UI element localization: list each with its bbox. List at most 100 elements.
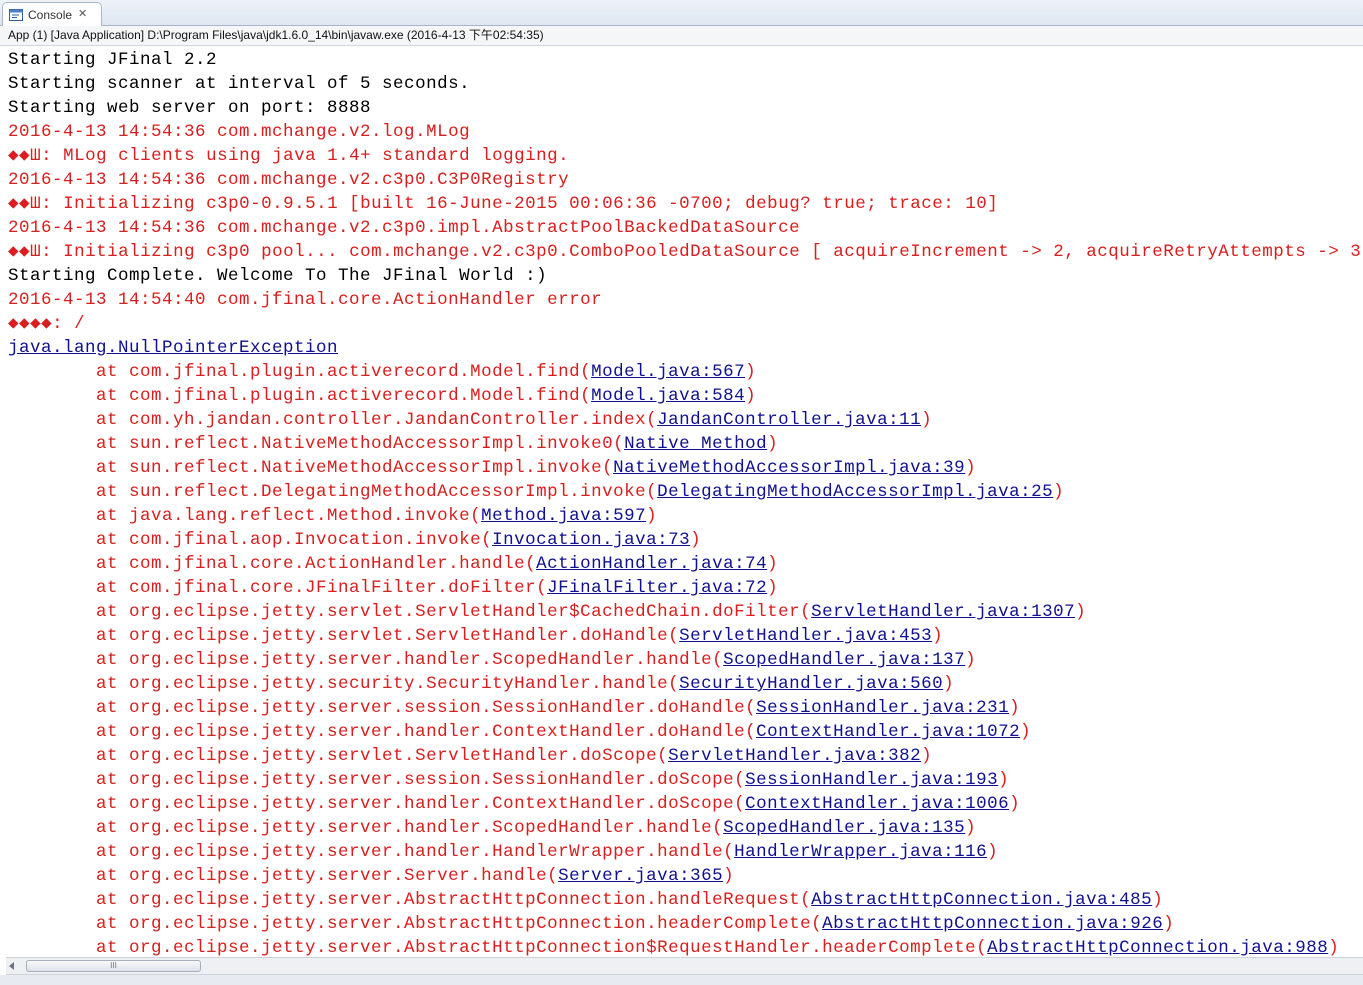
scroll-left-arrow-icon[interactable] bbox=[9, 962, 14, 970]
console-line-stdout: Starting JFinal 2.2 bbox=[8, 50, 218, 70]
stack-frame-method: at sun.reflect.DelegatingMethodAccessorI… bbox=[8, 482, 658, 502]
stack-frame-suffix: ) bbox=[943, 674, 955, 694]
stack-frame-source-link[interactable]: JandanController.java:11 bbox=[657, 410, 921, 430]
console-line-stack-frame: at com.jfinal.core.JFinalFilter.doFilter… bbox=[8, 576, 778, 600]
console-line-stack-frame: at org.eclipse.jetty.servlet.ServletHand… bbox=[8, 624, 943, 648]
stack-frame-suffix: ) bbox=[932, 626, 944, 646]
console-line-stderr: 2016-4-13 14:54:36 com.mchange.v2.c3p0.i… bbox=[8, 218, 801, 238]
stack-frame-source-link[interactable]: ActionHandler.java:74 bbox=[536, 554, 767, 574]
stack-frame-suffix: ) bbox=[1020, 722, 1032, 742]
stack-frame-suffix: ) bbox=[723, 866, 735, 886]
stack-frame-method: at org.eclipse.jetty.server.session.Sess… bbox=[8, 698, 757, 718]
exception-link[interactable]: java.lang.NullPointerException bbox=[8, 338, 338, 358]
stack-frame-source-link[interactable]: HandlerWrapper.java:116 bbox=[734, 842, 987, 862]
stack-frame-source-link[interactable]: ScopedHandler.java:135 bbox=[723, 818, 965, 838]
stack-frame-suffix: ) bbox=[921, 746, 933, 766]
stack-frame-suffix: ) bbox=[1075, 602, 1087, 622]
stack-frame-source-link[interactable]: Native Method bbox=[624, 434, 767, 454]
console-line-stack-frame: at org.eclipse.jetty.server.handler.Scop… bbox=[8, 816, 976, 840]
stack-frame-method: at sun.reflect.NativeMethodAccessorImpl.… bbox=[8, 434, 625, 454]
console-line-stack-frame: at com.jfinal.plugin.activerecord.Model.… bbox=[8, 360, 756, 384]
stack-frame-method: at org.eclipse.jetty.servlet.ServletHand… bbox=[8, 746, 669, 766]
console-line-stderr: 2016-4-13 14:54:36 com.mchange.v2.c3p0.C… bbox=[8, 170, 570, 190]
stack-frame-source-link[interactable]: Method.java:597 bbox=[481, 506, 646, 526]
close-icon[interactable]: ✕ bbox=[78, 9, 87, 20]
console-line-stack-frame: at org.eclipse.jetty.server.AbstractHttp… bbox=[8, 912, 1174, 936]
console-line-stack-frame: at org.eclipse.jetty.server.AbstractHttp… bbox=[8, 936, 1339, 957]
stack-frame-source-link[interactable]: AbstractHttpConnection.java:926 bbox=[822, 914, 1163, 934]
console-line-stderr: 2016-4-13 14:54:36 com.mchange.v2.log.ML… bbox=[8, 122, 471, 142]
console-line-stack-frame: at sun.reflect.NativeMethodAccessorImpl.… bbox=[8, 456, 976, 480]
stack-frame-suffix: ) bbox=[767, 554, 779, 574]
console-line-stack-frame: at sun.reflect.NativeMethodAccessorImpl.… bbox=[8, 432, 778, 456]
console-line-stdout: Starting Complete. Welcome To The JFinal… bbox=[8, 266, 548, 286]
stack-frame-method: at org.eclipse.jetty.server.Server.handl… bbox=[8, 866, 559, 886]
console-line-stderr: ◆◆Ш: Initializing c3p0 pool... com.mchan… bbox=[8, 242, 1362, 262]
stack-frame-source-link[interactable]: ContextHandler.java:1006 bbox=[745, 794, 1009, 814]
stack-frame-method: at org.eclipse.jetty.servlet.ServletHand… bbox=[8, 602, 812, 622]
console-line-stack-frame: at org.eclipse.jetty.servlet.ServletHand… bbox=[8, 744, 932, 768]
stack-frame-source-link[interactable]: SessionHandler.java:193 bbox=[745, 770, 998, 790]
process-label: App (1) [Java Application] D:\Program Fi… bbox=[0, 26, 1363, 46]
console-line-stack-frame: at org.eclipse.jetty.server.handler.Cont… bbox=[8, 720, 1031, 744]
console-line-stack-frame: at com.jfinal.core.ActionHandler.handle(… bbox=[8, 552, 778, 576]
stack-frame-suffix: ) bbox=[998, 770, 1010, 790]
scrollbar-grip: III bbox=[110, 961, 117, 970]
stack-frame-method: at java.lang.reflect.Method.invoke( bbox=[8, 506, 482, 526]
stack-frame-method: at org.eclipse.jetty.server.session.Sess… bbox=[8, 770, 746, 790]
tab-console[interactable]: Console ✕ bbox=[2, 2, 102, 26]
stack-frame-source-link[interactable]: SecurityHandler.java:560 bbox=[679, 674, 943, 694]
console-output[interactable]: Starting JFinal 2.2 Starting scanner at i… bbox=[0, 46, 1363, 957]
status-bar bbox=[0, 975, 1363, 985]
view-tab-bar: Console ✕ bbox=[0, 0, 1363, 26]
console-line-stack-frame: at com.yh.jandan.controller.JandanContro… bbox=[8, 408, 932, 432]
stack-frame-suffix: ) bbox=[745, 386, 757, 406]
console-line-stdout: Starting scanner at interval of 5 second… bbox=[8, 74, 471, 94]
tab-console-label: Console bbox=[28, 7, 73, 22]
stack-frame-source-link[interactable]: ScopedHandler.java:137 bbox=[723, 650, 965, 670]
stack-frame-source-link[interactable]: DelegatingMethodAccessorImpl.java:25 bbox=[657, 482, 1053, 502]
stack-frame-source-link[interactable]: Model.java:567 bbox=[591, 362, 745, 382]
console-line-stack-frame: at com.jfinal.aop.Invocation.invoke(Invo… bbox=[8, 528, 701, 552]
stack-frame-source-link[interactable]: Model.java:584 bbox=[591, 386, 745, 406]
console-line-stack-frame: at org.eclipse.jetty.server.handler.Hand… bbox=[8, 840, 998, 864]
console-line-stack-frame: at org.eclipse.jetty.server.session.Sess… bbox=[8, 696, 1020, 720]
stack-frame-source-link[interactable]: SessionHandler.java:231 bbox=[756, 698, 1009, 718]
console-line-stdout: Starting web server on port: 8888 bbox=[8, 98, 372, 118]
stack-frame-suffix: ) bbox=[1328, 938, 1340, 957]
console-line-stack-frame: at org.eclipse.jetty.servlet.ServletHand… bbox=[8, 600, 1086, 624]
stack-frame-method: at com.jfinal.plugin.activerecord.Model.… bbox=[8, 386, 592, 406]
stack-frame-method: at com.jfinal.core.ActionHandler.handle( bbox=[8, 554, 537, 574]
stack-frame-source-link[interactable]: Server.java:365 bbox=[558, 866, 723, 886]
stack-frame-source-link[interactable]: AbstractHttpConnection.java:988 bbox=[987, 938, 1328, 957]
stack-frame-method: at org.eclipse.jetty.server.AbstractHttp… bbox=[8, 914, 823, 934]
stack-frame-source-link[interactable]: ServletHandler.java:453 bbox=[679, 626, 932, 646]
stack-frame-source-link[interactable]: ContextHandler.java:1072 bbox=[756, 722, 1020, 742]
console-icon bbox=[9, 8, 23, 21]
console-line-stderr: ◆◆◆◆: / bbox=[8, 314, 86, 334]
scrollbar-thumb[interactable]: III bbox=[26, 960, 201, 972]
stack-frame-suffix: ) bbox=[690, 530, 702, 550]
stack-frame-method: at com.jfinal.plugin.activerecord.Model.… bbox=[8, 362, 592, 382]
console-line-stack-frame: at org.eclipse.jetty.server.session.Sess… bbox=[8, 768, 1009, 792]
stack-frame-source-link[interactable]: Invocation.java:73 bbox=[492, 530, 690, 550]
stack-frame-source-link[interactable]: AbstractHttpConnection.java:485 bbox=[811, 890, 1152, 910]
stack-frame-source-link[interactable]: ServletHandler.java:382 bbox=[668, 746, 921, 766]
stack-frame-suffix: ) bbox=[965, 458, 977, 478]
console-line-stderr: ◆◆Ш: MLog clients using java 1.4+ standa… bbox=[8, 146, 570, 166]
stack-frame-method: at org.eclipse.jetty.security.SecurityHa… bbox=[8, 674, 680, 694]
console-line-stack-frame: at org.eclipse.jetty.security.SecurityHa… bbox=[8, 672, 954, 696]
stack-frame-source-link[interactable]: NativeMethodAccessorImpl.java:39 bbox=[613, 458, 965, 478]
stack-frame-method: at com.jfinal.core.JFinalFilter.doFilter… bbox=[8, 578, 548, 598]
console-line-stack-frame: at sun.reflect.DelegatingMethodAccessorI… bbox=[8, 480, 1064, 504]
stack-frame-suffix: ) bbox=[987, 842, 999, 862]
stack-frame-source-link[interactable]: JFinalFilter.java:72 bbox=[547, 578, 767, 598]
stack-frame-suffix: ) bbox=[1009, 698, 1021, 718]
stack-frame-suffix: ) bbox=[1163, 914, 1175, 934]
stack-frame-method: at org.eclipse.jetty.server.AbstractHttp… bbox=[8, 890, 812, 910]
horizontal-scrollbar[interactable]: III bbox=[6, 957, 1363, 975]
console-line-stack-frame: at org.eclipse.jetty.server.AbstractHttp… bbox=[8, 888, 1163, 912]
console-line-stack-frame: at java.lang.reflect.Method.invoke(Metho… bbox=[8, 504, 657, 528]
stack-frame-suffix: ) bbox=[1152, 890, 1164, 910]
stack-frame-source-link[interactable]: ServletHandler.java:1307 bbox=[811, 602, 1075, 622]
